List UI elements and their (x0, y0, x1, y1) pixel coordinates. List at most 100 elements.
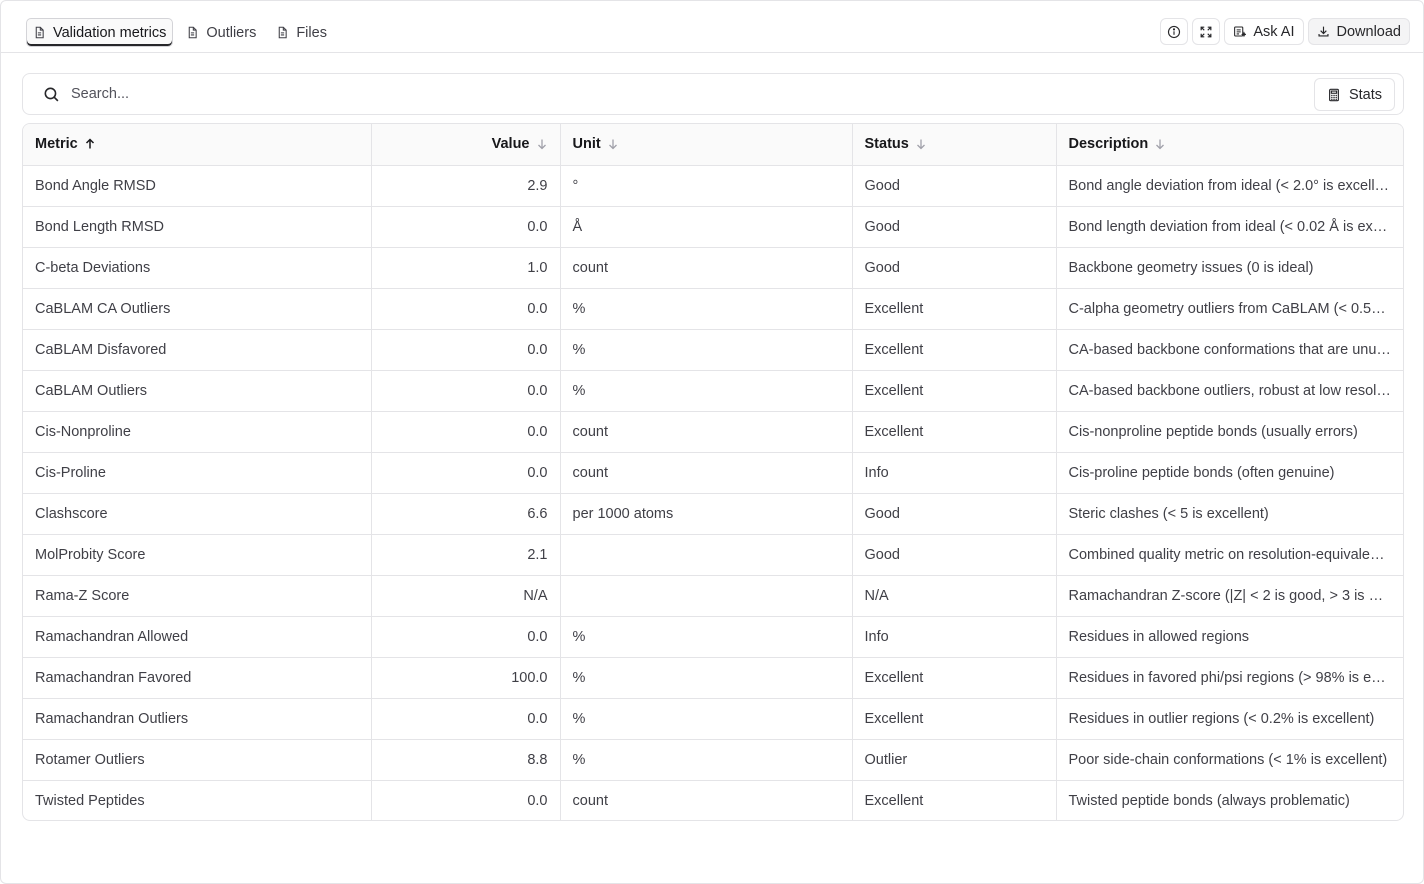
expand-icon (1200, 26, 1212, 37)
column-label: Metric (35, 136, 78, 153)
table-row[interactable]: MolProbity Score 2.1 Good Combined quality … (23, 534, 1403, 576)
table-row[interactable]: Cis-Nonproline 0.0 count Excellent Cis-nonpr… (23, 411, 1403, 453)
cell-unit: % (560, 739, 853, 781)
table-row[interactable]: Clashscore 6.6 per 1000 atoms Good Steric cl… (23, 493, 1403, 535)
cell-metric: Bond Angle RMSD (23, 165, 372, 207)
column-label: Value (491, 136, 530, 153)
cell-value: 0.0 (371, 329, 561, 371)
cell-metric: Clashscore (23, 493, 372, 535)
cell-status: Info (852, 452, 1057, 494)
download-icon (1317, 26, 1329, 37)
cell-description: Bond length deviation from ideal (< 0.02… (1056, 206, 1403, 248)
tab-label: Validation metrics (53, 24, 167, 41)
cell-unit: count (560, 780, 853, 820)
cell-unit: % (560, 657, 853, 699)
cell-unit: count (560, 247, 853, 289)
cell-value: 2.9 (371, 165, 561, 207)
validation-panel: Validation metrics Outliers Files Ask AI (0, 0, 1424, 884)
table-body: Bond Angle RMSD 2.9 ° Good Bond angle deviat… (23, 165, 1403, 820)
table-row[interactable]: Bond Angle RMSD 2.9 ° Good Bond angle deviat… (23, 165, 1403, 207)
column-label: Status (864, 136, 909, 153)
cell-status: Good (852, 206, 1057, 248)
tab-files[interactable]: Files (269, 18, 334, 47)
cell-metric: Cis-Nonproline (23, 411, 372, 453)
column-header-value[interactable]: Value (371, 124, 561, 166)
table-row[interactable]: CaBLAM Outliers 0.0% Excellent CA-based bac… (23, 370, 1403, 412)
cell-value: 100.0 (371, 657, 561, 699)
info-button[interactable] (1160, 18, 1189, 45)
search-icon (44, 87, 59, 102)
metrics-table: Metric Value Unit Status Description Bon… (22, 123, 1404, 821)
column-header-status[interactable]: Status (852, 124, 1057, 166)
cell-status: Info (852, 616, 1057, 658)
tab-label: Outliers (206, 24, 257, 41)
cell-description: Residues in outlier regions (< 0.2% is e… (1056, 698, 1403, 740)
tab-outliers[interactable]: Outliers (179, 18, 263, 47)
search-input[interactable] (71, 82, 1271, 106)
column-header-unit[interactable]: Unit (560, 124, 853, 166)
column-header-metric[interactable]: Metric (23, 124, 372, 166)
cell-status: Excellent (852, 657, 1057, 699)
cell-value: 0.0 (371, 698, 561, 740)
ask-ai-label: Ask AI (1253, 23, 1295, 40)
cell-status: N/A (852, 575, 1057, 617)
cell-value: 0.0 (371, 288, 561, 330)
cell-status: Excellent (852, 698, 1057, 740)
table-row[interactable]: Ramachandran Allowed 0.0% Info Residues in … (23, 616, 1403, 658)
cell-value: N/A (371, 575, 561, 617)
cell-status: Good (852, 247, 1057, 289)
cell-value: 0.0 (371, 452, 561, 494)
cell-unit: ° (560, 165, 853, 207)
sort-descending-icon (916, 139, 925, 150)
cell-value: 2.1 (371, 534, 561, 576)
table-row[interactable]: Ramachandran Favored 100.0% Excellent Resid… (23, 657, 1403, 699)
tab-label: Files (296, 24, 327, 41)
download-button[interactable]: Download (1307, 18, 1410, 45)
cell-metric: Rama-Z Score (23, 575, 372, 617)
table-row[interactable]: Bond Length RMSD 0.0 Å Good Bond length devi… (23, 206, 1403, 248)
cell-description: Backbone geometry issues (0 is ideal) (1056, 247, 1403, 289)
table-row[interactable]: Rama-Z Score N/A N/A Ramachandran Z-score (… (23, 575, 1403, 617)
ask-ai-button[interactable]: Ask AI (1224, 18, 1304, 45)
info-icon (1168, 25, 1181, 38)
table-row[interactable]: Twisted Peptides 0.0 count Excellent Twisted… (23, 780, 1403, 820)
cell-unit: count (560, 452, 853, 494)
cell-unit: % (560, 616, 853, 658)
stats-label: Stats (1348, 86, 1382, 103)
cell-description: Steric clashes (< 5 is excellent) (1056, 493, 1403, 535)
sort-descending-icon (608, 139, 617, 150)
tab-validation-metrics[interactable]: Validation metrics (26, 18, 174, 47)
cell-unit: Å (560, 206, 853, 248)
cell-status: Excellent (852, 411, 1057, 453)
cell-description: CA-based backbone outliers, robust at lo… (1056, 370, 1403, 412)
cell-description: C-alpha geometry outliers from CaBLAM (<… (1056, 288, 1403, 330)
cell-metric: CaBLAM CA Outliers (23, 288, 372, 330)
cell-value: 1.0 (371, 247, 561, 289)
column-header-description[interactable]: Description (1056, 124, 1403, 166)
table-row[interactable]: CaBLAM Disfavored 0.0% Excellent CA-based b… (23, 329, 1403, 371)
cell-status: Good (852, 534, 1057, 576)
table-row[interactable]: Rotamer Outliers 8.8% Outlier Poor side-cha… (23, 739, 1403, 781)
cell-value: 0.0 (371, 370, 561, 412)
cell-metric: Ramachandran Allowed (23, 616, 372, 658)
table-row[interactable]: Cis-Proline 0.0 count Info Cis-proline pepti… (23, 452, 1403, 494)
stats-button[interactable]: Stats (1313, 78, 1395, 111)
cell-description: Combined quality metric on resolution-eq… (1056, 534, 1403, 576)
cell-value: 0.0 (371, 780, 561, 820)
cell-description: Residues in allowed regions (1056, 616, 1403, 658)
cell-unit (560, 534, 853, 576)
sparkle-doc-icon (1234, 26, 1247, 38)
sort-descending-icon (1156, 139, 1165, 150)
tab-bar: Validation metrics Outliers Files (26, 18, 334, 47)
toolbar-actions: Ask AI Download (1160, 18, 1410, 45)
table-row[interactable]: CaBLAM CA Outliers 0.0% Excellent C-alpha g… (23, 288, 1403, 330)
table-row[interactable]: C-beta Deviations 1.0 count Good Backbone ge… (23, 247, 1403, 289)
cell-value: 8.8 (371, 739, 561, 781)
cell-value: 6.6 (371, 493, 561, 535)
expand-button[interactable] (1192, 18, 1221, 45)
cell-value: 0.0 (371, 411, 561, 453)
cell-metric: MolProbity Score (23, 534, 372, 576)
download-label: Download (1336, 23, 1402, 40)
cell-unit: % (560, 329, 853, 371)
table-row[interactable]: Ramachandran Outliers 0.0% Excellent Residu… (23, 698, 1403, 740)
